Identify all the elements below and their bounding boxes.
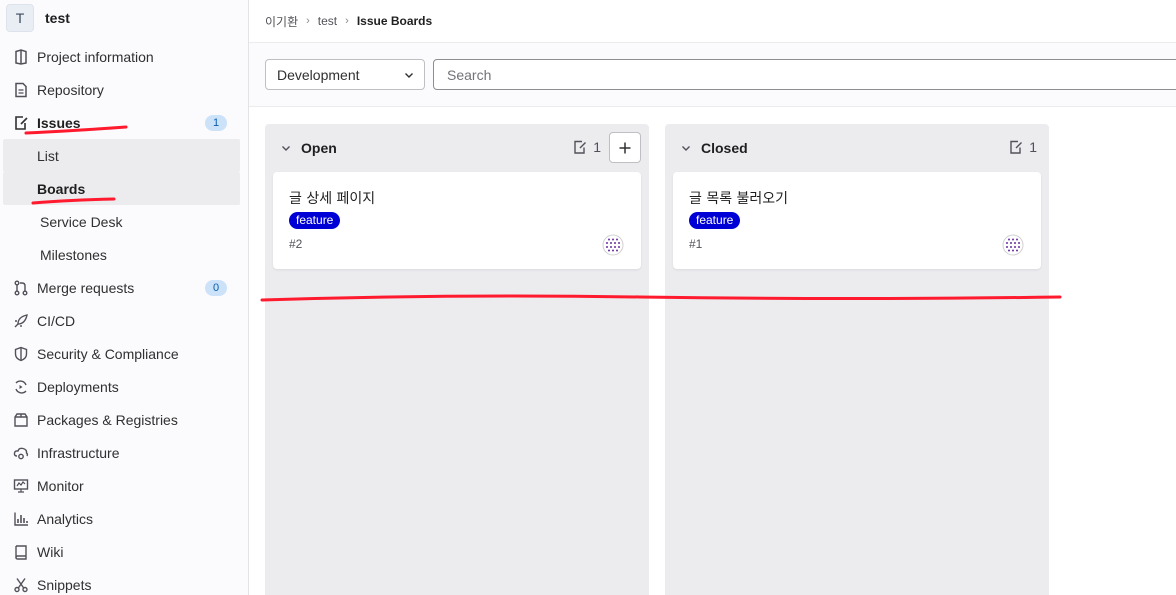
project-name: test — [45, 10, 70, 26]
rocket-icon — [12, 312, 30, 330]
sidebar-item-ci-cd[interactable]: CI/CD — [0, 304, 248, 337]
sidebar-item-security-compliance[interactable]: Security & Compliance — [0, 337, 248, 370]
chevron-right-icon: › — [345, 15, 349, 27]
list-title: Closed — [701, 140, 748, 156]
sidebar-nav: Project information Repository Issues 1 … — [0, 40, 248, 595]
plus-icon — [619, 142, 631, 153]
issues-icon — [1010, 140, 1023, 154]
chart-icon — [12, 510, 30, 528]
sidebar-subitem-boards[interactable]: Boards — [3, 172, 240, 205]
breadcrumb-group[interactable]: 이기환 — [265, 13, 298, 30]
sidebar-item-infrastructure[interactable]: Infrastructure — [0, 436, 248, 469]
issues-icon — [574, 140, 587, 154]
sidebar-item-label: Deployments — [37, 378, 119, 395]
list-title: Open — [301, 140, 337, 156]
assignee-avatar[interactable] — [1002, 234, 1024, 256]
board-filter-bar: Development — [249, 43, 1176, 107]
issue-card[interactable]: 글 상세 페이지 feature #2 — [273, 172, 641, 269]
list-header[interactable]: Closed 1 — [665, 124, 1049, 172]
scissors-icon — [12, 576, 30, 594]
sidebar-item-label: Infrastructure — [37, 444, 120, 461]
chevron-right-icon: › — [306, 15, 310, 27]
search-input[interactable] — [433, 59, 1176, 90]
merge-request-icon — [12, 279, 30, 297]
sidebar-item-label: CI/CD — [37, 312, 76, 329]
label-badge[interactable]: feature — [289, 212, 341, 229]
sidebar-item-label: Monitor — [37, 477, 84, 494]
sidebar-item-repository[interactable]: Repository — [0, 73, 248, 106]
sidebar-item-label: Issues — [37, 114, 81, 131]
monitor-icon — [12, 477, 30, 495]
sidebar-item-wiki[interactable]: Wiki — [0, 535, 248, 568]
sidebar-item-merge-requests[interactable]: Merge requests 0 — [0, 271, 248, 304]
chevron-down-icon[interactable] — [680, 142, 692, 154]
board-list-closed: Closed 1 글 목록 불러오기 feature #1 — [665, 124, 1049, 595]
deployments-icon — [12, 378, 30, 396]
issue-title[interactable]: 글 목록 불러오기 — [689, 188, 788, 208]
sidebar-item-issues[interactable]: Issues 1 — [0, 106, 248, 139]
issue-number: #2 — [289, 237, 303, 251]
board-select-dropdown[interactable]: Development — [265, 59, 425, 90]
breadcrumb: 이기환 › test › Issue Boards — [249, 0, 1176, 43]
issues-icon — [12, 114, 30, 132]
breadcrumb-project[interactable]: test — [318, 14, 337, 28]
sidebar-subitem-list[interactable]: List — [3, 139, 240, 172]
shield-icon — [12, 345, 30, 363]
sidebar-item-label: Project information — [37, 48, 154, 65]
sidebar-item-monitor[interactable]: Monitor — [0, 469, 248, 502]
issue-count-value: 1 — [1029, 139, 1037, 155]
board-select-value: Development — [277, 66, 360, 83]
sidebar-item-deployments[interactable]: Deployments — [0, 370, 248, 403]
sidebar-item-label: Analytics — [37, 510, 94, 527]
assignee-avatar[interactable] — [602, 234, 624, 256]
sidebar-item-label: Packages & Registries — [37, 411, 178, 428]
project-header[interactable]: T test — [0, 0, 248, 36]
issue-card[interactable]: 글 목록 불러오기 feature #1 — [673, 172, 1041, 269]
board-list-open: Open 1 글 상세 페이지 feature #2 — [265, 124, 649, 595]
breadcrumb-current[interactable]: Issue Boards — [357, 14, 432, 28]
list-header[interactable]: Open 1 — [265, 124, 649, 172]
issue-title[interactable]: 글 상세 페이지 — [289, 188, 375, 208]
sidebar-subitem-service-desk[interactable]: Service Desk — [3, 205, 240, 238]
issue-count: 1 — [573, 139, 601, 155]
sidebar-item-analytics[interactable]: Analytics — [0, 502, 248, 535]
merge-requests-count-badge: 0 — [205, 280, 227, 296]
sidebar-item-label: Merge requests — [37, 279, 135, 296]
sidebar-item-label: Security & Compliance — [37, 345, 179, 362]
cloud-gear-icon — [12, 444, 30, 462]
sidebar-item-label: Wiki — [37, 543, 64, 560]
issue-count-value: 1 — [593, 139, 601, 155]
sidebar-subitem-milestones[interactable]: Milestones — [3, 238, 240, 271]
sidebar-item-snippets[interactable]: Snippets — [0, 568, 248, 595]
project-avatar: T — [6, 4, 34, 32]
sidebar-item-project-information[interactable]: Project information — [0, 40, 248, 73]
issue-number: #1 — [689, 237, 703, 251]
repository-icon — [12, 81, 30, 99]
chevron-down-icon[interactable] — [280, 142, 292, 154]
project-info-icon — [12, 48, 30, 66]
sidebar: T test Project information Repository Is… — [0, 0, 249, 595]
sidebar-item-label: Repository — [37, 81, 104, 98]
sidebar-item-label: Snippets — [37, 576, 92, 593]
book-icon — [12, 543, 30, 561]
issue-count: 1 — [1009, 139, 1037, 155]
label-badge[interactable]: feature — [689, 212, 741, 229]
issues-count-badge: 1 — [205, 115, 227, 131]
chevron-down-icon — [405, 73, 413, 78]
package-icon — [12, 411, 30, 429]
new-issue-button[interactable] — [609, 132, 641, 163]
sidebar-item-packages-registries[interactable]: Packages & Registries — [0, 403, 248, 436]
